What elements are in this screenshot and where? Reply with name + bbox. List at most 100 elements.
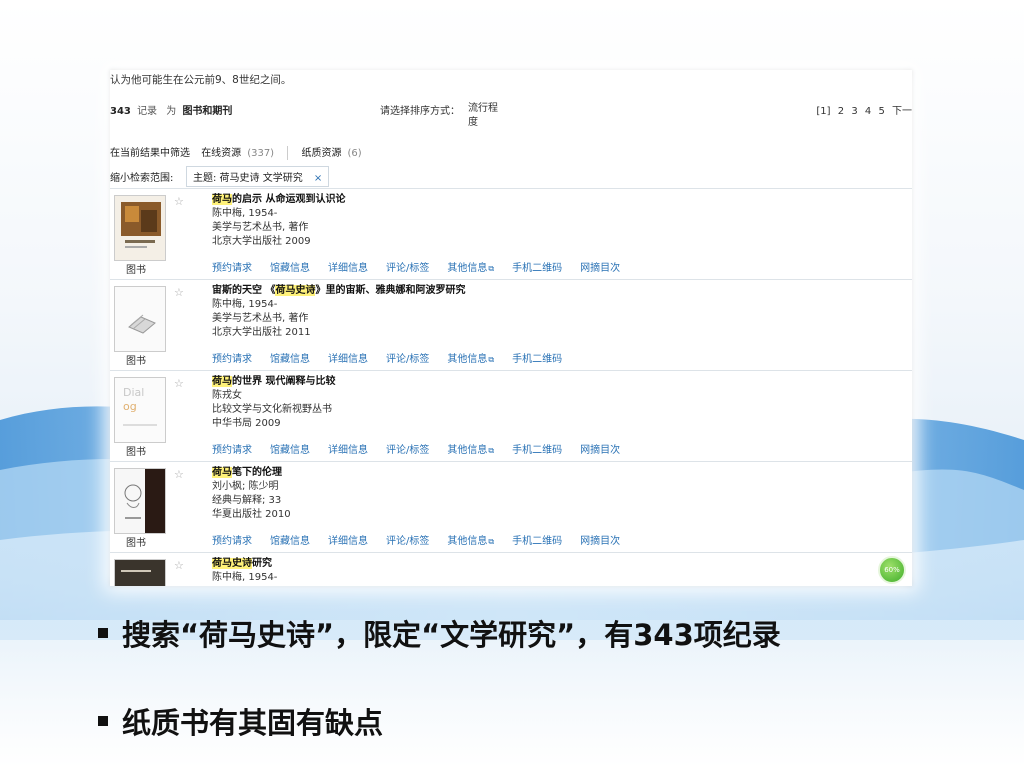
link-details[interactable]: 详细信息	[328, 263, 368, 274]
record-publisher: 华夏出版社 2010	[212, 509, 291, 520]
record-title[interactable]: 荷马的世界 现代阐释与比较	[212, 375, 335, 389]
record-author: 陈戎女	[212, 390, 242, 401]
external-link-icon: ⧉	[488, 355, 495, 364]
record-info: 荷马的世界 现代阐释与比较 陈戎女 比较文学与文化新视野丛书 中华书局 2009	[212, 375, 335, 431]
filter-row: 在当前结果中筛选 在线资源 (337) 纸质资源 (6)	[110, 144, 362, 160]
link-other[interactable]: 其他信息⧉	[447, 536, 494, 547]
external-link-icon: ⧉	[488, 446, 495, 455]
bullet-item: 搜索“荷马史诗”，限定“文学研究”，有343项纪录	[98, 612, 781, 700]
link-reserve[interactable]: 预约请求	[212, 263, 252, 274]
external-link-icon: ⧉	[488, 537, 495, 546]
star-icon[interactable]: ☆	[174, 559, 184, 572]
filter-paper-count: (6)	[347, 148, 362, 159]
link-holdings[interactable]: 馆藏信息	[270, 445, 310, 456]
top-text: 认为他可能生在公元前9、8世纪之间。	[110, 74, 292, 86]
record-links: 预约请求 馆藏信息 详细信息 评论/标签 其他信息⧉ 手机二维码 网摘目次	[212, 441, 638, 456]
count-number: 343	[110, 106, 131, 117]
link-details[interactable]: 详细信息	[328, 354, 368, 365]
star-icon[interactable]: ☆	[174, 468, 184, 481]
record-type: 图书	[126, 447, 146, 458]
record-info: 宙斯的天空 《荷马史诗》里的宙斯、雅典娜和阿波罗研究 陈中梅, 1954- 美学…	[212, 284, 465, 340]
record-type: 图书	[126, 356, 146, 367]
star-icon[interactable]: ☆	[174, 286, 184, 299]
record-links: 预约请求 馆藏信息 详细信息 评论/标签 其他信息⧉ 手机二维码 网摘目次	[212, 532, 638, 547]
link-other[interactable]: 其他信息⧉	[447, 354, 494, 365]
record-links: 预约请求 馆藏信息 详细信息 评论/标签 其他信息⧉ 手机二维码	[212, 350, 580, 365]
search-results-screenshot: 认为他可能生在公元前9、8世纪之间。 343 记录 为 图书和期刊 请选择排序方…	[110, 70, 912, 586]
filter-online-count: (337)	[247, 148, 275, 159]
bullet-list: 搜索“荷马史诗”，限定“文学研究”，有343项纪录 纸质书有其固有缺点	[98, 612, 781, 768]
filter-paper[interactable]: 纸质资源	[301, 148, 341, 159]
record-title[interactable]: 荷马的启示 从命运观到认识论	[212, 193, 345, 207]
close-icon[interactable]: ×	[314, 173, 322, 184]
link-qrcode[interactable]: 手机二维码	[512, 354, 562, 365]
link-other[interactable]: 其他信息⧉	[447, 263, 494, 274]
record-author: 陈中梅, 1954-	[212, 208, 278, 219]
link-reserve[interactable]: 预约请求	[212, 536, 252, 547]
record-title[interactable]: 荷马史诗研究	[212, 557, 277, 571]
page-1[interactable]: [1]	[816, 106, 830, 117]
link-toc[interactable]: 网摘目次	[580, 536, 620, 547]
link-details[interactable]: 详细信息	[328, 536, 368, 547]
link-reviews[interactable]: 评论/标签	[386, 354, 429, 365]
scope-row: 缩小检索范围: 主题: 荷马史诗 文学研究 ×	[110, 166, 912, 187]
link-details[interactable]: 详细信息	[328, 445, 368, 456]
square-bullet-icon	[98, 628, 108, 638]
page-2[interactable]: 2	[838, 106, 844, 117]
record-title[interactable]: 荷马笔下的伦理	[212, 466, 291, 480]
record-info: 荷马史诗研究 陈中梅, 1954-	[212, 557, 277, 585]
link-reviews[interactable]: 评论/标签	[386, 445, 429, 456]
next-page[interactable]: 下一	[892, 106, 912, 117]
scope-label: 缩小检索范围:	[110, 173, 174, 184]
results-list: 图书 ☆ 荷马的启示 从命运观到认识论 陈中梅, 1954- 美学与艺术丛书, …	[110, 188, 912, 586]
record-series: 美学与艺术丛书, 著作	[212, 222, 309, 233]
result-count: 343 记录 为 图书和期刊	[110, 106, 233, 117]
page-3[interactable]: 3	[851, 106, 857, 117]
record-series: 比较文学与文化新视野丛书	[212, 404, 332, 415]
square-bullet-icon	[98, 716, 108, 726]
result-category: 图书和期刊	[182, 106, 233, 117]
link-reviews[interactable]: 评论/标签	[386, 536, 429, 547]
list-item: ☆ 荷马史诗研究 陈中梅, 1954-	[110, 552, 912, 586]
link-holdings[interactable]: 馆藏信息	[270, 354, 310, 365]
link-reserve[interactable]: 预约请求	[212, 445, 252, 456]
star-icon[interactable]: ☆	[174, 377, 184, 390]
link-toc[interactable]: 网摘目次	[580, 263, 620, 274]
svg-text:Dial: Dial	[123, 386, 144, 399]
book-cover[interactable]	[114, 195, 166, 261]
star-icon[interactable]: ☆	[174, 195, 184, 208]
page-4[interactable]: 4	[865, 106, 871, 117]
bullet-item: 纸质书有其固有缺点	[98, 700, 781, 768]
sort-label: 请选择排序方式：	[380, 106, 460, 117]
record-title[interactable]: 宙斯的天空 《荷马史诗》里的宙斯、雅典娜和阿波罗研究	[212, 284, 465, 298]
book-cover[interactable]	[114, 559, 166, 586]
record-author: 陈中梅, 1954-	[212, 299, 278, 310]
link-holdings[interactable]: 馆藏信息	[270, 536, 310, 547]
link-qrcode[interactable]: 手机二维码	[512, 445, 562, 456]
link-toc[interactable]: 网摘目次	[580, 445, 620, 456]
filter-divider	[287, 146, 289, 160]
list-item: 图书 ☆ 宙斯的天空 《荷马史诗》里的宙斯、雅典娜和阿波罗研究 陈中梅, 195…	[110, 279, 912, 370]
link-reviews[interactable]: 评论/标签	[386, 263, 429, 274]
link-qrcode[interactable]: 手机二维码	[512, 263, 562, 274]
record-type: 图书	[126, 265, 146, 276]
link-qrcode[interactable]: 手机二维码	[512, 536, 562, 547]
record-publisher: 北京大学出版社 2009	[212, 236, 311, 247]
pagination: [1] 2 3 4 5 下一	[812, 102, 912, 117]
link-other[interactable]: 其他信息⧉	[447, 445, 494, 456]
list-item: 图书 ☆ 荷马笔下的伦理 刘小枫; 陈少明 经典与解释; 33 华夏出版社 20…	[110, 461, 912, 552]
book-cover[interactable]: Dial og	[114, 377, 166, 443]
link-holdings[interactable]: 馆藏信息	[270, 263, 310, 274]
list-item: 图书 ☆ 荷马的启示 从命运观到认识论 陈中梅, 1954- 美学与艺术丛书, …	[110, 188, 912, 279]
scope-chip: 主题: 荷马史诗 文学研究 ×	[186, 166, 330, 187]
link-reserve[interactable]: 预约请求	[212, 354, 252, 365]
book-cover[interactable]	[114, 468, 166, 534]
book-cover[interactable]	[114, 286, 166, 352]
page-5[interactable]: 5	[878, 106, 884, 117]
record-series: 经典与解释; 33	[212, 495, 282, 506]
record-publisher: 北京大学出版社 2011	[212, 327, 311, 338]
svg-text:og: og	[123, 400, 137, 413]
filter-online[interactable]: 在线资源	[201, 148, 241, 159]
sort-select[interactable]: 流行程度	[468, 102, 506, 130]
record-type: 图书	[126, 538, 146, 549]
